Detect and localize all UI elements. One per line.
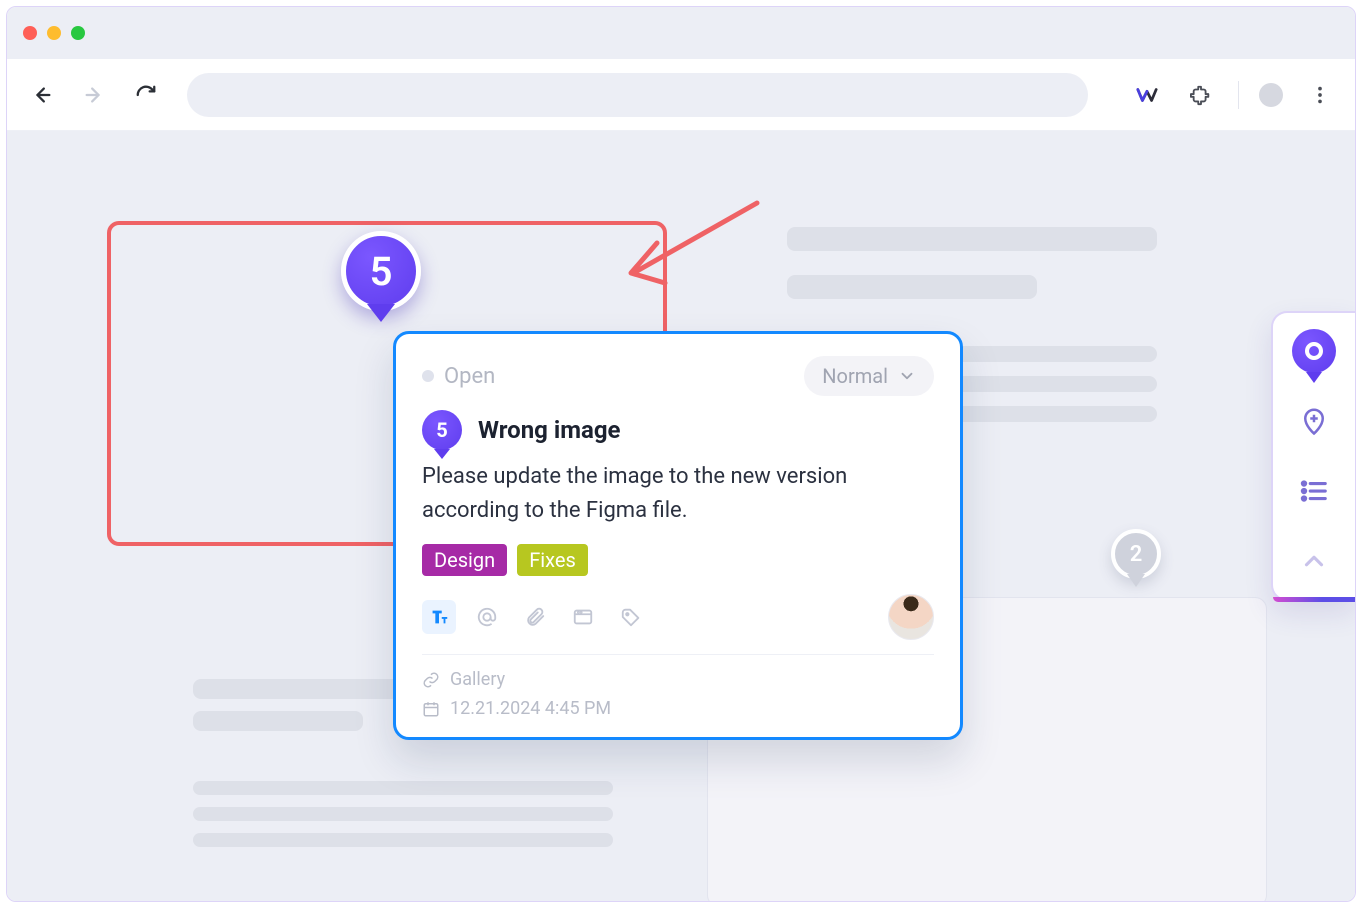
comment-pin-number: 5	[436, 418, 447, 442]
comment-title: Wrong image	[478, 416, 621, 444]
wireframe-block	[193, 833, 613, 847]
annotation-pin-secondary-number: 2	[1130, 542, 1143, 567]
close-window-button[interactable]	[23, 26, 37, 40]
dock-list-button[interactable]	[1290, 467, 1338, 515]
comment-card: Open Normal 5 Wrong image Please update …	[393, 331, 963, 740]
status-label: Open	[444, 364, 495, 389]
priority-selector[interactable]: Normal	[804, 356, 934, 396]
extension-logo-icon[interactable]	[1130, 78, 1164, 112]
annotation-arrow-icon	[607, 191, 767, 291]
mention-button[interactable]	[470, 600, 504, 634]
profile-avatar[interactable]	[1259, 83, 1283, 107]
pin-icon	[1292, 329, 1336, 373]
window-controls	[23, 26, 85, 40]
dock-new-pin-button[interactable]	[1290, 397, 1338, 445]
chevron-up-icon	[1299, 546, 1329, 576]
assignee-avatar[interactable]	[888, 594, 934, 640]
comment-timestamp: 12.21.2024 4:45 PM	[450, 698, 611, 719]
window-title-bar	[7, 7, 1355, 59]
text-format-button[interactable]	[422, 600, 456, 634]
comment-toolbar	[422, 600, 648, 634]
chevron-down-icon	[898, 367, 916, 385]
forward-button[interactable]	[77, 78, 111, 112]
tag-fixes[interactable]: Fixes	[517, 544, 588, 576]
reload-button[interactable]	[129, 78, 163, 112]
wireframe-block	[787, 227, 1157, 251]
comment-tags: Design Fixes	[422, 544, 934, 576]
wireframe-block	[193, 807, 613, 821]
wireframe-block	[787, 275, 1037, 299]
wireframe-block	[193, 781, 613, 795]
annotation-pin-secondary[interactable]: 2	[1111, 529, 1161, 579]
priority-label: Normal	[822, 364, 888, 388]
dock-active-pin-button[interactable]	[1290, 327, 1338, 375]
link-icon	[422, 671, 440, 689]
back-button[interactable]	[25, 78, 59, 112]
maximize-window-button[interactable]	[71, 26, 85, 40]
attachment-button[interactable]	[518, 600, 552, 634]
address-bar[interactable]	[187, 73, 1088, 117]
tag-button[interactable]	[614, 600, 648, 634]
browser-context-button[interactable]	[566, 600, 600, 634]
status-chip[interactable]: Open	[422, 364, 495, 389]
wireframe-block	[193, 679, 423, 699]
browser-window: 5 Open Normal 5 Wrong image Please	[6, 6, 1356, 902]
annotation-pin-number: 5	[370, 248, 393, 295]
calendar-icon	[422, 700, 440, 718]
wireframe-block	[193, 711, 363, 731]
extensions-button[interactable]	[1184, 78, 1218, 112]
dock-collapse-button[interactable]	[1290, 537, 1338, 585]
annotation-pin[interactable]: 5	[341, 231, 421, 311]
tag-design[interactable]: Design	[422, 544, 507, 576]
w-logo-icon	[1136, 84, 1158, 106]
comment-meta: Gallery 12.21.2024 4:45 PM	[422, 669, 934, 719]
toolbar-separator	[1238, 81, 1239, 109]
divider	[422, 654, 934, 655]
minimize-window-button[interactable]	[47, 26, 61, 40]
page-content: 5 Open Normal 5 Wrong image Please	[7, 131, 1355, 901]
overflow-menu-button[interactable]	[1303, 78, 1337, 112]
browser-toolbar	[7, 59, 1355, 131]
comment-pin-icon: 5	[422, 410, 462, 450]
comment-body: Please update the image to the new versi…	[422, 460, 934, 528]
annotation-dock	[1271, 311, 1355, 601]
status-dot-icon	[422, 370, 434, 382]
comment-link-label[interactable]: Gallery	[450, 669, 505, 690]
browser-extension-area	[1130, 78, 1337, 112]
